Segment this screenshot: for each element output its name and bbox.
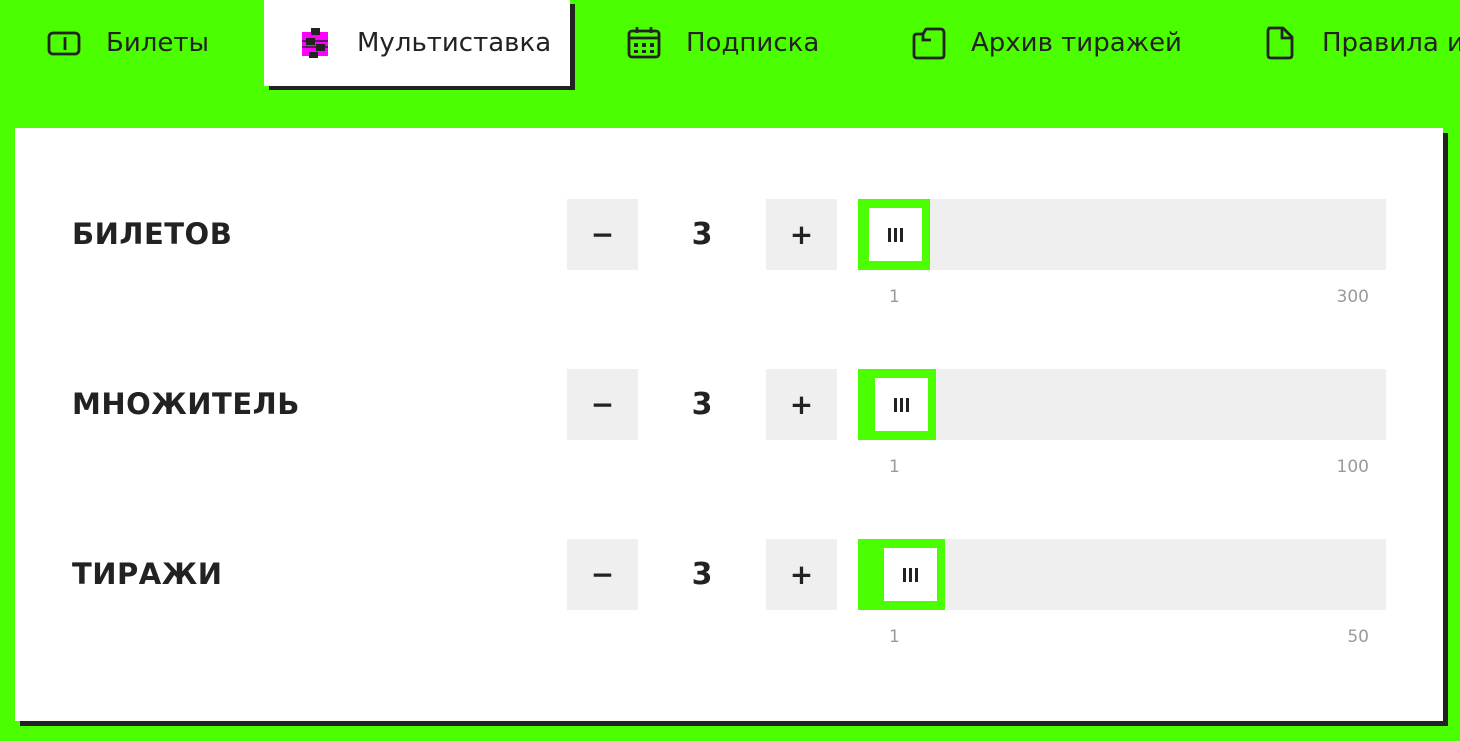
multiplier-increment-button[interactable]: +	[766, 369, 837, 440]
tickets-label: БИЛЕТОВ	[72, 217, 233, 251]
multiplier-control-row: МНОЖИТЕЛЬ − 3 + 1 100	[15, 369, 1443, 489]
multiplier-decrement-button[interactable]: −	[567, 369, 638, 440]
tickets-value: 3	[691, 217, 713, 252]
tickets-increment-button[interactable]: +	[766, 199, 837, 270]
tab-subscription[interactable]: Подписка	[626, 0, 819, 86]
draws-slider-min: 1	[889, 627, 900, 647]
calendar-icon	[626, 25, 662, 61]
tab-bar: Билеты Мультиставка Подписка Архив тираж…	[0, 0, 1460, 92]
tickets-slider-max: 300	[1336, 287, 1369, 307]
draws-slider-thumb[interactable]	[884, 548, 937, 601]
multiplier-value: 3	[691, 387, 713, 422]
sliders-icon	[297, 25, 333, 61]
multiplier-slider-min: 1	[889, 457, 900, 477]
tickets-slider[interactable]	[858, 199, 1386, 270]
draws-slider-max: 50	[1347, 627, 1369, 647]
tab-multistake[interactable]: Мультиставка	[264, 0, 570, 86]
grip-icon	[894, 397, 909, 412]
grip-icon	[903, 567, 918, 582]
draws-decrement-button[interactable]: −	[567, 539, 638, 610]
multiplier-label: МНОЖИТЕЛЬ	[72, 387, 300, 421]
tab-label: Мультиставка	[357, 28, 552, 58]
tab-label: Архив тиражей	[971, 28, 1182, 58]
multiplier-slider[interactable]	[858, 369, 1386, 440]
draws-increment-button[interactable]: +	[766, 539, 837, 610]
multiplier-slider-max: 100	[1336, 457, 1369, 477]
tab-label: Правила и	[1322, 28, 1460, 58]
draws-value: 3	[691, 557, 713, 592]
document-icon	[1262, 25, 1298, 61]
tickets-slider-thumb[interactable]	[869, 208, 922, 261]
draws-control-row: ТИРАЖИ − 3 + 1 50	[15, 539, 1443, 659]
draws-label: ТИРАЖИ	[72, 557, 223, 591]
tab-tickets[interactable]: Билеты	[46, 0, 209, 86]
tickets-decrement-button[interactable]: −	[567, 199, 638, 270]
multiplier-slider-thumb[interactable]	[875, 378, 928, 431]
draws-slider[interactable]	[858, 539, 1386, 610]
grip-icon	[888, 227, 903, 242]
archive-icon	[911, 25, 947, 61]
tickets-slider-min: 1	[889, 287, 900, 307]
multistake-panel: БИЛЕТОВ − 3 + 1 300 МНОЖИТЕЛЬ − 3 + 1 10…	[15, 128, 1443, 721]
tab-label: Билеты	[106, 28, 210, 58]
tab-label: Подписка	[686, 28, 820, 58]
tickets-control-row: БИЛЕТОВ − 3 + 1 300	[15, 199, 1443, 319]
tab-draw-archive[interactable]: Архив тиражей	[911, 0, 1182, 86]
ticket-icon	[46, 25, 82, 61]
tab-rules[interactable]: Правила и	[1262, 0, 1460, 86]
